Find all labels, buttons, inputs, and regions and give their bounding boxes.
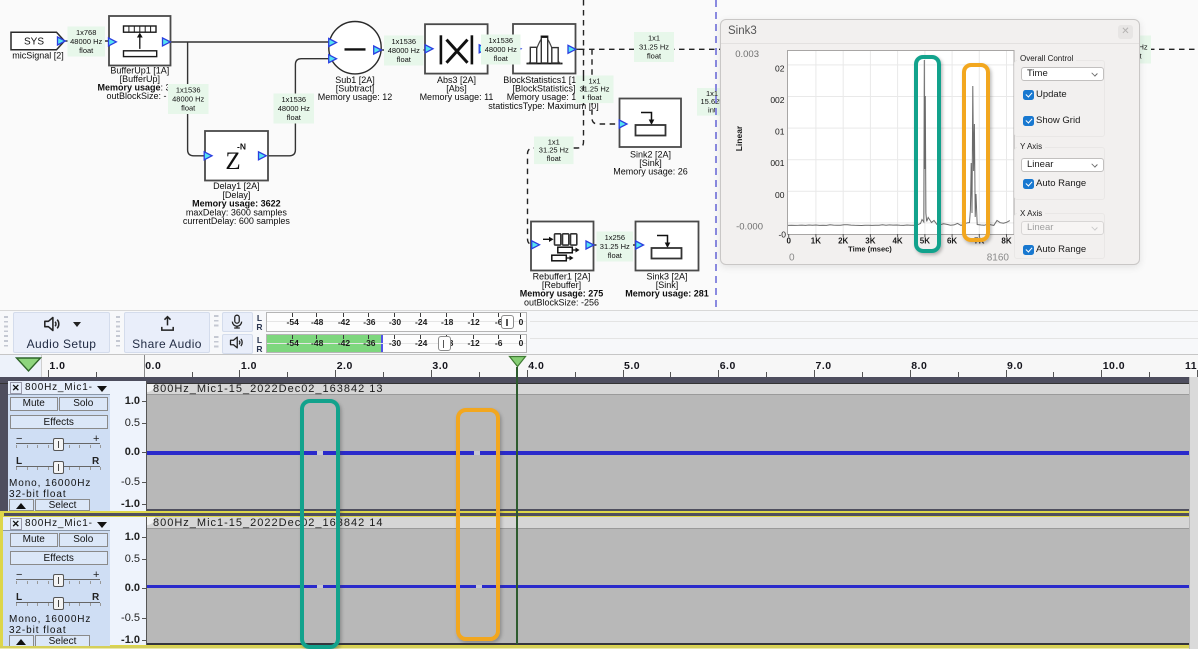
svg-text:48000 Hz: 48000 Hz: [388, 46, 420, 55]
svg-text:float: float: [647, 52, 662, 61]
svg-text:8K: 8K: [1001, 237, 1011, 246]
svg-text:1x1: 1x1: [648, 34, 660, 43]
svg-text:02: 02: [775, 63, 785, 73]
svg-text:float: float: [494, 54, 509, 63]
svg-text:31.25 Hz: 31.25 Hz: [639, 43, 669, 52]
svg-text:002: 002: [770, 95, 784, 105]
svg-text:0: 0: [789, 253, 795, 264]
svg-text:00: 00: [775, 190, 785, 200]
svg-text:48000 Hz: 48000 Hz: [278, 104, 310, 113]
svg-text:float: float: [181, 104, 196, 113]
svg-text:Time (msec): Time (msec): [848, 245, 892, 254]
svg-text:float: float: [397, 55, 412, 64]
svg-text:Linear: Linear: [734, 125, 744, 151]
svg-text:currentDelay: 600 samples: currentDelay: 600 samples: [183, 216, 291, 226]
svg-text:float: float: [79, 46, 94, 55]
svg-text:Z: Z: [225, 148, 240, 175]
svg-text:48000 Hz: 48000 Hz: [172, 95, 204, 104]
svg-text:float: float: [287, 113, 302, 122]
svg-text:Memory usage: 281: Memory usage: 281: [625, 289, 709, 299]
svg-text:8160: 8160: [987, 253, 1010, 264]
svg-text:6K: 6K: [947, 237, 957, 246]
svg-text:0: 0: [786, 237, 791, 246]
svg-text:-N: -N: [237, 142, 246, 152]
svg-text:4K: 4K: [892, 237, 902, 246]
svg-text:Memory usage: 12: Memory usage: 12: [318, 92, 393, 102]
svg-text:01: 01: [775, 127, 785, 137]
svg-text:48000 Hz: 48000 Hz: [485, 45, 517, 54]
svg-text:SYS: SYS: [24, 37, 44, 48]
svg-text:-0: -0: [778, 230, 786, 240]
svg-text:float: float: [547, 154, 562, 163]
svg-text:float: float: [608, 251, 623, 260]
svg-text:1x1536: 1x1536: [176, 86, 201, 95]
svg-text:-0.000: -0.000: [736, 222, 763, 233]
svg-text:Memory usage: 26: Memory usage: 26: [613, 167, 688, 177]
svg-text:outBlockSize: -: outBlockSize: -: [106, 91, 166, 101]
svg-text:outBlockSize: -256: outBlockSize: -256: [524, 297, 599, 307]
svg-text:1K: 1K: [811, 237, 821, 246]
svg-text:0.003: 0.003: [735, 49, 759, 60]
svg-text:1x1536: 1x1536: [281, 95, 306, 104]
svg-text:micSignal [2]: micSignal [2]: [12, 51, 64, 61]
svg-text:31.25 Hz: 31.25 Hz: [600, 242, 630, 251]
svg-text:48000 Hz: 48000 Hz: [70, 37, 102, 46]
svg-text:float: float: [587, 93, 602, 102]
svg-text:1x1536: 1x1536: [488, 36, 513, 45]
svg-text:2K: 2K: [838, 237, 848, 246]
svg-text:1x1536: 1x1536: [391, 37, 416, 46]
svg-text:1x768: 1x768: [76, 28, 96, 37]
svg-text:Memory usage: 11: Memory usage: 11: [420, 92, 494, 102]
svg-text:1x256: 1x256: [605, 233, 625, 242]
svg-text:001: 001: [770, 158, 784, 168]
